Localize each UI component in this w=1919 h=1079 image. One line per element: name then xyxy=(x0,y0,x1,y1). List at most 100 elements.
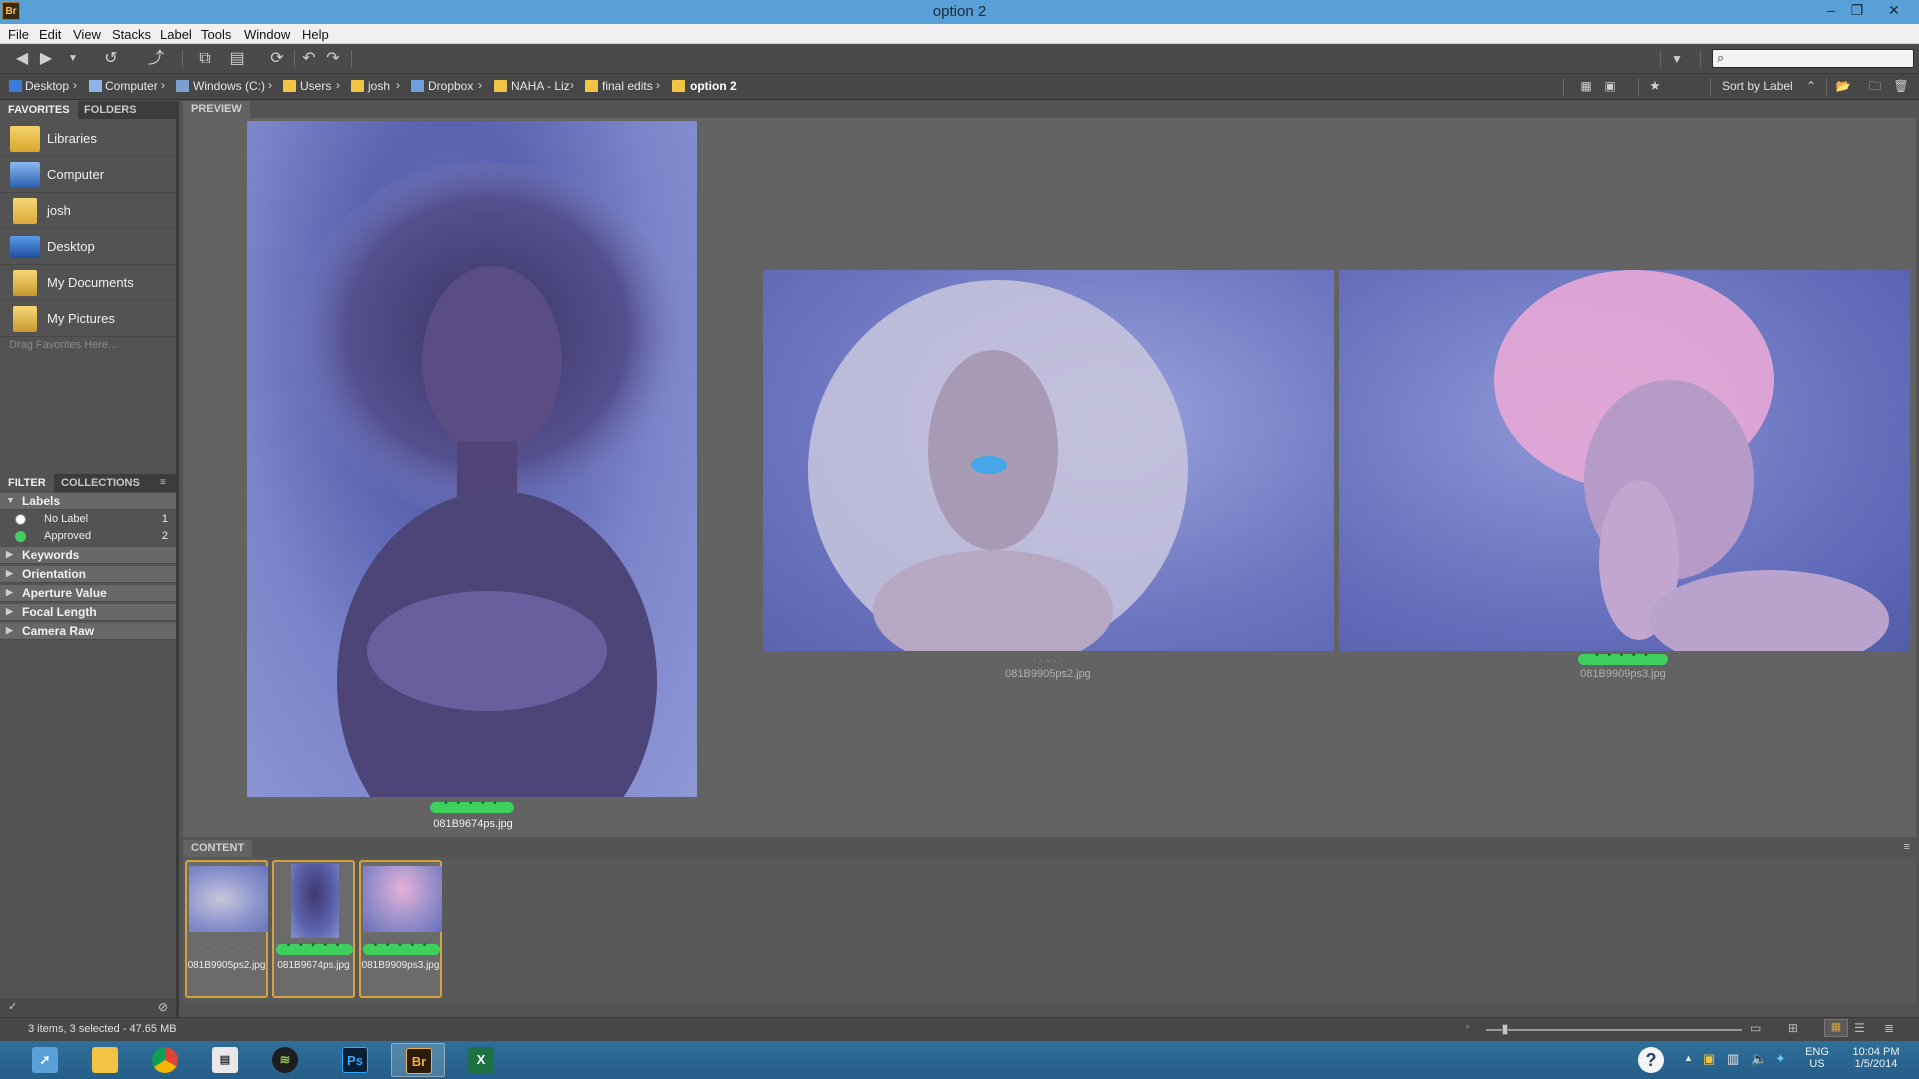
chevron-right-icon[interactable]: › xyxy=(336,78,340,92)
breadcrumb-windows-c[interactable]: Windows (C:) xyxy=(193,79,265,93)
grid-lock-icon[interactable]: ⊞ xyxy=(1788,1021,1798,1035)
panel-menu-icon[interactable]: ≡ xyxy=(1904,841,1910,853)
rating-approved-thumb[interactable]: • • • • • xyxy=(276,940,353,955)
chevron-right-icon[interactable]: › xyxy=(570,78,574,92)
clear-filter-icon[interactable]: ⊘ xyxy=(158,1000,168,1014)
filter-group-focal-length[interactable]: ▶ Focal Length xyxy=(0,604,176,621)
open-in-camera-raw-icon[interactable]: ⟳ xyxy=(266,49,288,69)
volume-icon[interactable]: 🔈 xyxy=(1751,1051,1767,1067)
slider-handle[interactable] xyxy=(1502,1024,1508,1035)
thumbnail-size-slider[interactable] xyxy=(1486,1029,1742,1031)
star-filter-icon[interactable]: ★ xyxy=(1644,76,1666,96)
breadcrumb-desktop[interactable]: Desktop xyxy=(25,79,69,93)
breadcrumb-final-edits[interactable]: final edits xyxy=(602,79,653,93)
favorite-libraries[interactable]: Libraries xyxy=(0,121,176,157)
filter-no-label[interactable]: No Label 1 xyxy=(0,511,176,528)
forward-arrow-icon[interactable]: ▶ xyxy=(35,49,57,69)
tab-favorites[interactable]: FAVORITES xyxy=(0,101,78,119)
breadcrumb-computer[interactable]: Computer xyxy=(105,79,158,93)
chevron-right-icon[interactable]: › xyxy=(656,78,660,92)
filter-group-keywords[interactable]: ▶ Keywords xyxy=(0,547,176,564)
minimize-icon[interactable]: – xyxy=(1818,0,1844,22)
favorite-my-documents[interactable]: My Documents xyxy=(0,265,176,301)
tab-filter[interactable]: FILTER xyxy=(0,474,54,492)
view-list-icon[interactable]: ≣ xyxy=(1884,1021,1894,1035)
chevron-right-icon[interactable]: › xyxy=(396,78,400,92)
view-thumbnails-icon[interactable]: ▦ xyxy=(1824,1019,1848,1037)
sort-ascending-icon[interactable]: ⌃ xyxy=(1800,76,1822,96)
refine-icon[interactable]: ▤ xyxy=(226,49,248,69)
pin-icon[interactable]: ✓ xyxy=(8,1000,17,1013)
taskbar-chrome[interactable] xyxy=(138,1043,192,1077)
breadcrumb-naha-liz[interactable]: NAHA - Liz xyxy=(511,79,570,93)
open-recent-icon[interactable]: 📂 xyxy=(1832,76,1854,96)
reveal-recent-icon[interactable]: ⤴ xyxy=(145,49,167,69)
quality-grid-icon[interactable]: ▦ xyxy=(1575,76,1597,96)
dropbox-tray-icon[interactable]: ✦ xyxy=(1775,1051,1786,1067)
thumbnail-2[interactable]: • • • • • 081B9674ps.jpg xyxy=(272,860,355,998)
taskbar-excel[interactable]: X xyxy=(454,1043,508,1077)
chevron-right-icon[interactable]: › xyxy=(161,78,165,92)
back-arrow-icon[interactable]: ◀ xyxy=(11,49,33,69)
breadcrumb-dropbox[interactable]: Dropbox xyxy=(428,79,473,93)
boomerang-icon[interactable]: ↺ xyxy=(100,49,122,69)
rotate-left-icon[interactable]: ↶ xyxy=(298,49,320,69)
favorite-desktop[interactable]: Desktop xyxy=(0,229,176,265)
history-dropdown-icon[interactable]: ▼ xyxy=(62,49,84,69)
menu-window[interactable]: Window xyxy=(244,27,290,42)
favorite-josh[interactable]: josh xyxy=(0,193,176,229)
tab-folders[interactable]: FOLDERS xyxy=(76,101,145,119)
help-icon[interactable]: ? xyxy=(1638,1047,1664,1073)
preview-image-3[interactable] xyxy=(1339,270,1910,651)
filter-group-aperture[interactable]: ▶ Aperture Value xyxy=(0,585,176,602)
menu-help[interactable]: Help xyxy=(302,27,329,42)
trash-icon[interactable]: 🗑 xyxy=(1890,76,1912,96)
breadcrumb-option-2[interactable]: option 2 xyxy=(690,79,737,93)
sort-by-dropdown[interactable]: Sort by Label xyxy=(1722,79,1793,93)
search-field[interactable]: ⌕ xyxy=(1712,49,1914,68)
view-details-icon[interactable]: ☰ xyxy=(1854,1021,1865,1035)
filter-group-orientation[interactable]: ▶ Orientation xyxy=(0,566,176,583)
taskbar-photoshop[interactable]: Ps xyxy=(328,1043,382,1077)
favorite-my-pictures[interactable]: My Pictures xyxy=(0,301,176,337)
tray-app-icon[interactable]: ▣ xyxy=(1703,1051,1715,1067)
tab-preview[interactable]: PREVIEW xyxy=(183,101,250,118)
chevron-right-icon[interactable]: › xyxy=(268,78,272,92)
menu-file[interactable]: File xyxy=(8,27,29,42)
taskbar-explorer[interactable] xyxy=(78,1043,132,1077)
panel-menu-icon[interactable]: ≡ xyxy=(152,474,174,492)
new-folder-icon[interactable]: 🗀 xyxy=(1864,76,1886,96)
thumbnail-1[interactable]: · · · · · 081B9905ps2.jpg xyxy=(185,860,268,998)
zoom-out-icon[interactable]: ▫ xyxy=(1466,1022,1470,1033)
rating-approved-thumb[interactable]: • • • • • xyxy=(363,940,440,955)
rating-approved-1[interactable]: • • • • • xyxy=(430,798,514,813)
close-icon[interactable]: ✕ xyxy=(1870,0,1918,22)
chevron-right-icon[interactable]: › xyxy=(73,78,77,92)
breadcrumb-users[interactable]: Users xyxy=(300,79,331,93)
network-icon[interactable]: ▥ xyxy=(1727,1051,1739,1067)
language-indicator[interactable]: ENG US xyxy=(1800,1046,1834,1070)
filter-group-labels[interactable]: ▼ Labels xyxy=(0,493,176,510)
menu-label[interactable]: Label xyxy=(160,27,192,42)
thumbnail-3[interactable]: • • • • • 081B9909ps3.jpg xyxy=(359,860,442,998)
zoom-in-icon[interactable]: ▭ xyxy=(1750,1021,1761,1035)
rotate-right-icon[interactable]: ↷ xyxy=(322,49,344,69)
restore-icon[interactable]: ❐ xyxy=(1844,0,1870,22)
menu-edit[interactable]: Edit xyxy=(39,27,61,42)
taskbar-rocket[interactable]: ➚ xyxy=(18,1043,72,1077)
show-hidden-icons-icon[interactable]: ▲ xyxy=(1684,1053,1693,1063)
chevron-right-icon[interactable]: › xyxy=(478,78,482,92)
preview-image-1[interactable] xyxy=(247,121,697,797)
taskbar-news[interactable]: ▤ xyxy=(198,1043,252,1077)
taskbar-bridge[interactable]: Br xyxy=(391,1043,445,1077)
tab-content[interactable]: CONTENT xyxy=(183,840,253,857)
menu-view[interactable]: View xyxy=(73,27,101,42)
favorite-computer[interactable]: Computer xyxy=(0,157,176,193)
search-input[interactable] xyxy=(1735,51,1910,66)
rating-approved-3[interactable]: • • • • • xyxy=(1578,650,1668,665)
workspace-dropdown-icon[interactable]: ▼ xyxy=(1666,49,1688,69)
preview-image-2[interactable] xyxy=(763,270,1334,651)
filter-group-camera-raw[interactable]: ▶ Camera Raw xyxy=(0,623,176,640)
view-options-icon[interactable]: ▣ xyxy=(1599,76,1621,96)
breadcrumb-josh[interactable]: josh xyxy=(368,79,390,93)
